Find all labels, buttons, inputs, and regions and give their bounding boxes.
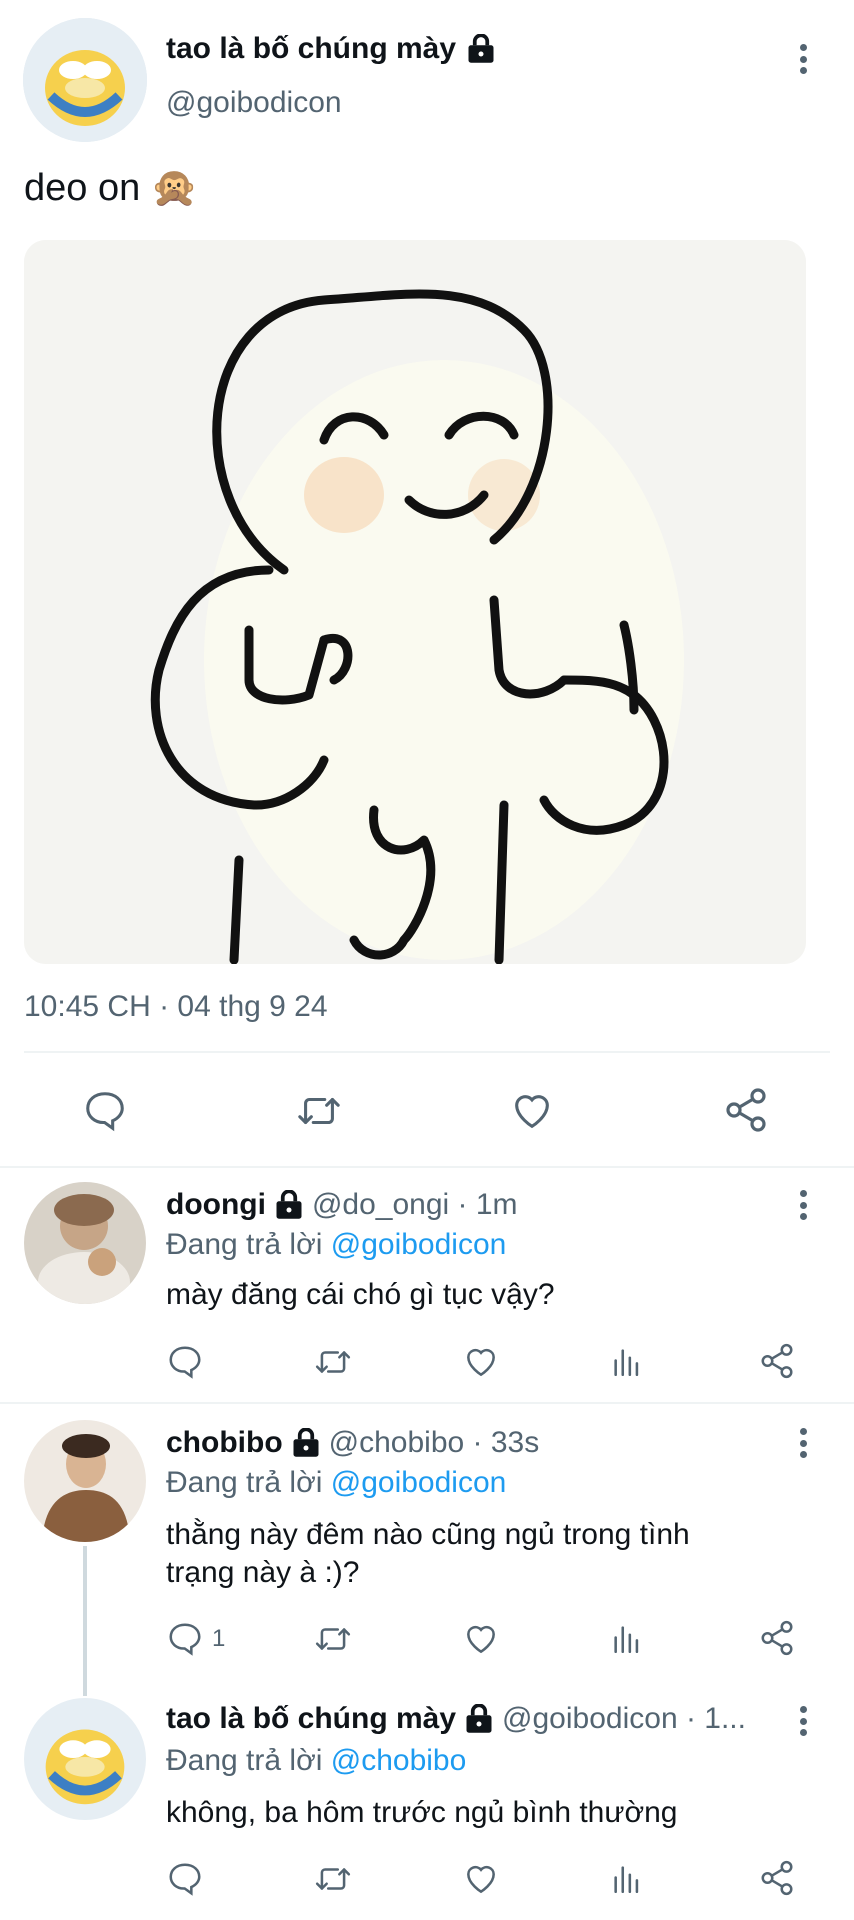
analytics-button[interactable] xyxy=(610,1620,644,1658)
more-options-icon[interactable] xyxy=(799,1706,807,1736)
reply-button[interactable]: 1 xyxy=(166,1620,225,1658)
reply-icon xyxy=(86,1092,124,1132)
share-icon xyxy=(761,1343,793,1379)
replying-prefix: Đang trả lời xyxy=(166,1744,331,1777)
retweet-button[interactable] xyxy=(313,1620,353,1658)
reply-icon xyxy=(169,1623,201,1656)
lock-icon xyxy=(468,34,494,63)
heart-icon xyxy=(467,1865,495,1894)
share-button[interactable] xyxy=(722,1086,770,1134)
user-photo-avatar xyxy=(24,1420,146,1542)
analytics-icon xyxy=(614,1866,639,1894)
meme-drawing-image xyxy=(24,240,806,964)
share-icon xyxy=(726,1088,766,1132)
heart-icon xyxy=(515,1095,549,1129)
share-button[interactable] xyxy=(758,1341,796,1381)
analytics-button[interactable] xyxy=(610,1860,644,1898)
retweet-icon xyxy=(315,1868,351,1890)
more-options-icon[interactable] xyxy=(799,1190,807,1220)
like-button[interactable] xyxy=(462,1343,500,1381)
handle-and-time[interactable]: @do_ongi · 1m xyxy=(312,1188,518,1222)
retweet-icon xyxy=(315,1628,351,1650)
reply-button[interactable] xyxy=(166,1860,212,1898)
handle-and-time[interactable]: @chobibo · 33s xyxy=(329,1426,540,1460)
more-options-icon[interactable] xyxy=(799,1428,807,1458)
heart-icon xyxy=(467,1625,495,1654)
avatar[interactable] xyxy=(24,1182,146,1304)
timestamp: 10:45 CH · 04 thg 9 24 xyxy=(24,990,328,1023)
avatar[interactable] xyxy=(24,1420,146,1542)
share-button[interactable] xyxy=(758,1618,796,1658)
reply-button[interactable] xyxy=(82,1088,128,1134)
user-photo-avatar xyxy=(24,1182,146,1304)
avatar[interactable] xyxy=(24,1698,146,1820)
reply-count: 1 xyxy=(212,1625,226,1652)
like-button[interactable] xyxy=(462,1860,500,1898)
lock-icon xyxy=(293,1428,319,1457)
handle-and-time[interactable]: @goibodicon · 1... xyxy=(502,1702,746,1736)
reply-text: mày đăng cái chó gì tục vậy? xyxy=(166,1278,555,1311)
retweet-button[interactable] xyxy=(294,1088,344,1134)
more-options-icon[interactable] xyxy=(799,44,807,74)
handle[interactable]: @goibodicon xyxy=(166,86,342,120)
lock-icon xyxy=(466,1704,492,1733)
share-icon xyxy=(761,1620,793,1656)
share-button[interactable] xyxy=(758,1858,796,1898)
reply-button[interactable] xyxy=(166,1343,212,1381)
analytics-button[interactable] xyxy=(610,1343,644,1381)
display-name[interactable]: doongi xyxy=(166,1188,266,1222)
heart-icon xyxy=(467,1348,495,1377)
retweet-button[interactable] xyxy=(313,1860,353,1898)
mention-link[interactable]: @goibodicon xyxy=(331,1228,507,1261)
retweet-button[interactable] xyxy=(313,1343,353,1381)
tweet-media[interactable] xyxy=(24,240,806,964)
psyduck-avatar-image xyxy=(24,1698,146,1820)
share-icon xyxy=(761,1860,793,1896)
tweet-text: deo on 🙊 xyxy=(24,167,199,209)
display-name[interactable]: chobibo xyxy=(166,1426,283,1460)
section-divider xyxy=(0,1402,854,1404)
lock-icon xyxy=(276,1190,302,1219)
like-button[interactable] xyxy=(462,1620,500,1658)
reply-icon xyxy=(169,1346,201,1379)
analytics-icon xyxy=(614,1626,639,1654)
display-name[interactable]: tao là bố chúng mày xyxy=(166,32,456,66)
reply-text-line: thằng này đêm nào cũng ngủ trong tình xyxy=(166,1518,690,1551)
thread-connector-line xyxy=(83,1546,87,1696)
divider xyxy=(24,1051,830,1053)
replying-prefix: Đang trả lời xyxy=(166,1228,331,1261)
reply-text: không, ba hôm trước ngủ bình thường xyxy=(166,1796,678,1829)
section-divider xyxy=(0,1166,854,1168)
replying-prefix: Đang trả lời xyxy=(166,1466,331,1499)
like-button[interactable] xyxy=(508,1088,556,1134)
avatar[interactable] xyxy=(23,18,147,142)
analytics-icon xyxy=(614,1349,639,1377)
psyduck-avatar-image xyxy=(23,18,147,142)
retweet-icon xyxy=(298,1097,340,1125)
retweet-icon xyxy=(315,1351,351,1373)
reply-icon xyxy=(169,1863,201,1896)
mention-link[interactable]: @chobibo xyxy=(331,1744,467,1777)
reply-text-line: trạng này à :)? xyxy=(166,1556,360,1589)
display-name[interactable]: tao là bố chúng mày xyxy=(166,1702,456,1736)
mention-link[interactable]: @goibodicon xyxy=(331,1466,507,1499)
